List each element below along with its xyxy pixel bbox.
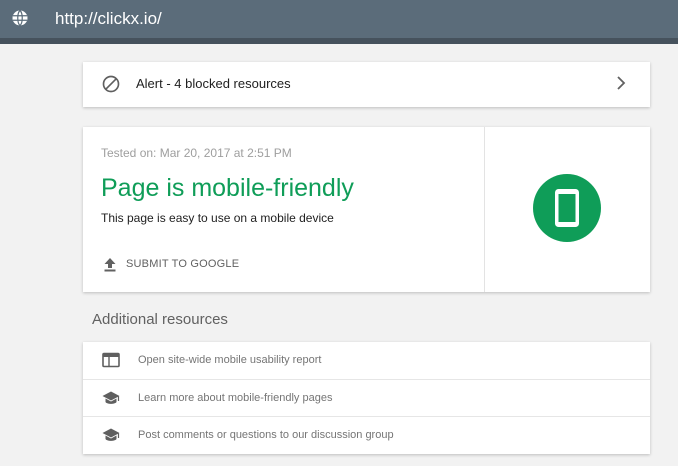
test-result-card: Tested on: Mar 20, 2017 at 2:51 PM Page … — [83, 127, 650, 292]
web-report-icon — [102, 352, 120, 368]
list-item-learn-more[interactable]: Learn more about mobile-friendly pages — [83, 379, 650, 416]
list-item-label: Post comments or questions to our discus… — [138, 429, 394, 441]
school-icon — [102, 391, 120, 404]
additional-resources-heading: Additional resources — [92, 311, 228, 328]
result-headline: Page is mobile-friendly — [101, 174, 354, 202]
list-item-discussion-group[interactable]: Post comments or questions to our discus… — [83, 416, 650, 453]
blocked-resources-alert[interactable]: Alert - 4 blocked resources — [83, 62, 650, 107]
result-description: This page is easy to use on a mobile dev… — [101, 211, 334, 225]
list-item-usability-report[interactable]: Open site-wide mobile usability report — [83, 342, 650, 379]
blocked-icon — [102, 75, 120, 93]
tested-on-timestamp: Tested on: Mar 20, 2017 at 2:51 PM — [101, 146, 292, 160]
school-icon — [102, 428, 120, 441]
chevron-right-icon — [617, 76, 626, 90]
list-item-label: Learn more about mobile-friendly pages — [138, 392, 333, 404]
list-item-label: Open site-wide mobile usability report — [138, 354, 322, 366]
url-bar-edge — [0, 38, 678, 44]
page-url: http://clickx.io/ — [55, 9, 162, 28]
alert-label: Alert - 4 blocked resources — [136, 76, 291, 91]
additional-resources-list: Open site-wide mobile usability report L… — [83, 342, 650, 454]
globe-icon — [12, 10, 28, 26]
submit-label: SUBMIT TO GOOGLE — [126, 258, 240, 270]
card-divider — [484, 127, 485, 292]
url-bar: http://clickx.io/ — [0, 0, 678, 38]
upload-icon — [104, 258, 116, 272]
mobile-phone-icon — [533, 174, 601, 242]
